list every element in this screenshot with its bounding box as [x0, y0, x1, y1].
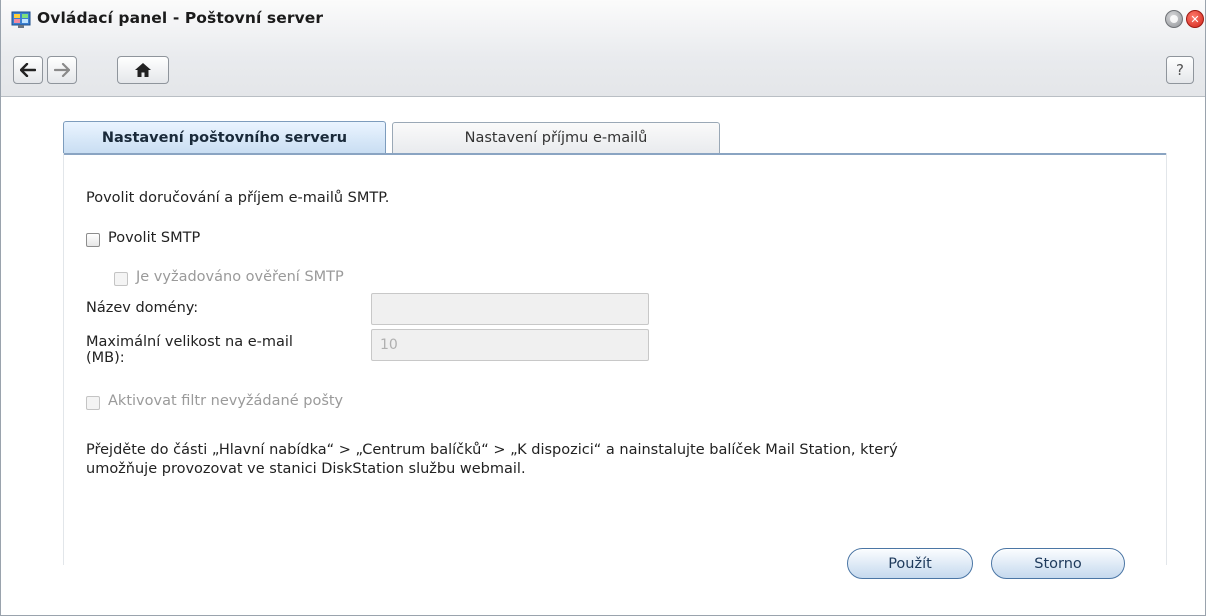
- max-size-label-line2: (MB):: [86, 350, 125, 366]
- control-panel-icon: [11, 11, 31, 29]
- arrow-left-icon: [20, 63, 36, 77]
- spam-filter-checkbox[interactable]: [86, 396, 100, 410]
- help-button[interactable]: ?: [1166, 56, 1194, 84]
- forward-button[interactable]: [47, 56, 77, 84]
- max-size-label-line1: Maximální velikost na e-mail: [86, 334, 293, 350]
- cancel-button[interactable]: Storno: [991, 548, 1125, 579]
- minimize-icon: [1170, 15, 1178, 23]
- window-title: Ovládací panel - Poštovní server: [37, 9, 324, 27]
- spam-filter-label[interactable]: Aktivovat filtr nevyžádané pošty: [108, 393, 343, 409]
- package-note-line2: umožňuje provozovat ve stanici DiskStati…: [86, 461, 526, 477]
- tab-divider: [63, 153, 1167, 155]
- back-button[interactable]: [13, 56, 43, 84]
- package-note-line1: Přejděte do části „Hlavní nabídka“ > „Ce…: [86, 442, 898, 458]
- panel-border-left: [63, 153, 64, 565]
- home-button[interactable]: [117, 56, 169, 84]
- smtp-auth-label[interactable]: Je vyžadováno ověření SMTP: [136, 269, 344, 285]
- close-button[interactable]: ✕: [1186, 10, 1204, 28]
- apply-button[interactable]: Použít: [847, 548, 973, 579]
- panel-border-right: [1166, 153, 1167, 565]
- tab-mail-server-settings[interactable]: Nastavení poštovního serveru: [63, 121, 386, 154]
- intro-text: Povolit doručování a příjem e-mailů SMTP…: [86, 190, 390, 206]
- close-icon: ✕: [1190, 12, 1200, 26]
- control-panel-window: Ovládací panel - Poštovní server ✕ ? Nas…: [0, 0, 1206, 616]
- smtp-auth-checkbox[interactable]: [114, 272, 128, 286]
- home-icon: [135, 63, 151, 77]
- minimize-button[interactable]: [1165, 10, 1183, 28]
- enable-smtp-checkbox[interactable]: [86, 233, 100, 247]
- max-size-field[interactable]: 10: [371, 329, 649, 361]
- enable-smtp-label[interactable]: Povolit SMTP: [108, 230, 200, 246]
- tab-email-receiving-settings[interactable]: Nastavení příjmu e-mailů: [392, 122, 720, 153]
- arrow-right-icon: [54, 63, 70, 77]
- domain-name-label: Název domény:: [86, 300, 199, 316]
- domain-name-field[interactable]: [371, 293, 649, 325]
- help-icon: ?: [1176, 61, 1184, 79]
- title-bar: Ovládací panel - Poštovní server ✕ ?: [1, 0, 1205, 97]
